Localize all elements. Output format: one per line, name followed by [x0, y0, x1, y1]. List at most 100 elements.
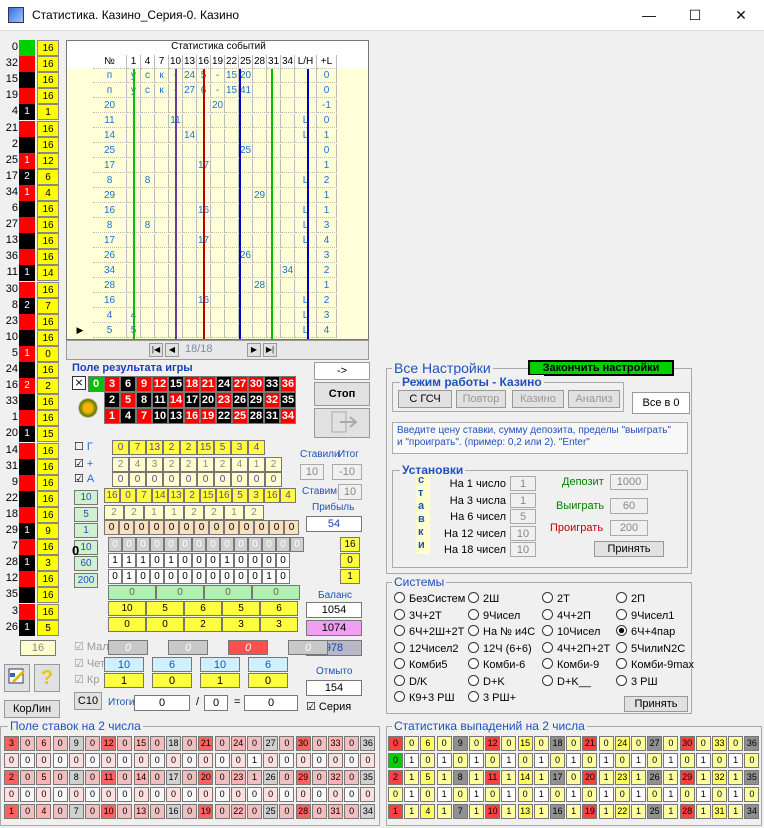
drop-cell[interactable]: 0: [388, 753, 403, 768]
result-cell[interactable]: 35: [280, 392, 296, 408]
drop-cell[interactable]: 1: [598, 804, 614, 819]
bet-cell[interactable]: 33: [328, 736, 343, 751]
drop-cell[interactable]: 9: [452, 736, 468, 751]
drop-cell[interactable]: 1: [728, 753, 744, 768]
system-radio[interactable]: D+K: [468, 675, 505, 688]
bet-cell[interactable]: 0: [52, 804, 68, 819]
drop-cell[interactable]: 0: [550, 753, 565, 768]
result-cell[interactable]: 29: [248, 392, 264, 408]
bet-cell[interactable]: 0: [198, 753, 214, 768]
bet-cell[interactable]: 0: [344, 804, 360, 819]
bet-cell[interactable]: 0: [247, 787, 262, 802]
drop-cell[interactable]: 0: [712, 753, 727, 768]
bet-cell[interactable]: 1: [4, 804, 19, 819]
system-radio[interactable]: 12Чисел2: [394, 642, 459, 655]
bet-cell[interactable]: 0: [311, 804, 327, 819]
drop-cell[interactable]: 31: [712, 804, 727, 819]
bet-cell[interactable]: 0: [36, 753, 52, 768]
result-cell[interactable]: 32: [264, 392, 280, 408]
bet-cell[interactable]: 0: [101, 753, 117, 768]
bet-cell[interactable]: 0: [182, 804, 198, 819]
inst-row-input[interactable]: 10: [510, 525, 536, 541]
check-g[interactable]: ☐ Г: [74, 440, 93, 453]
all-zero-button[interactable]: Все в 0: [632, 392, 690, 414]
drop-cell[interactable]: 1: [436, 753, 452, 768]
bet-cell[interactable]: 34: [360, 804, 376, 819]
bet-cell[interactable]: 0: [263, 753, 279, 768]
drop-cell[interactable]: 0: [566, 736, 582, 751]
nav-first-button[interactable]: |◀: [149, 343, 163, 357]
bet-cell[interactable]: 0: [328, 787, 343, 802]
drop-cell[interactable]: 22: [614, 804, 630, 819]
drop-cell[interactable]: 1: [598, 787, 614, 802]
drop-cell[interactable]: 1: [404, 804, 420, 819]
drop-cell[interactable]: 34: [744, 804, 760, 819]
drop-cell[interactable]: 0: [452, 787, 468, 802]
bet-cell[interactable]: 0: [344, 787, 360, 802]
maximize-button[interactable]: ☐: [672, 0, 718, 31]
bet-cell[interactable]: 0: [344, 753, 360, 768]
system-radio[interactable]: 9Чисел1: [616, 609, 674, 622]
drop-cell[interactable]: 32: [712, 770, 727, 785]
drop-cell[interactable]: 35: [744, 770, 760, 785]
result-cell[interactable]: 16: [184, 408, 200, 424]
edit-icon[interactable]: [4, 664, 30, 692]
inst-accept-button[interactable]: Принять: [594, 541, 664, 557]
result-cell[interactable]: 28: [248, 408, 264, 424]
bet-cell[interactable]: 0: [52, 753, 68, 768]
system-radio[interactable]: 9Чисел: [468, 609, 520, 622]
bet-cell[interactable]: 0: [68, 787, 84, 802]
drop-cell[interactable]: 36: [744, 736, 760, 751]
bet-cell[interactable]: 0: [279, 753, 295, 768]
drop-cell[interactable]: 0: [598, 736, 614, 751]
system-radio[interactable]: К9+3 РШ: [394, 691, 455, 704]
drop-cell[interactable]: 7: [452, 804, 468, 819]
bet-cell[interactable]: 0: [198, 787, 214, 802]
bet-cell[interactable]: 0: [214, 804, 230, 819]
drop-cell[interactable]: 1: [728, 804, 744, 819]
bet-cell[interactable]: 0: [279, 736, 295, 751]
drop-cell[interactable]: 0: [663, 736, 679, 751]
result-cell[interactable]: 1: [104, 408, 120, 424]
drop-cell[interactable]: 1: [501, 770, 517, 785]
drop-cell[interactable]: 1: [404, 753, 420, 768]
drop-cell[interactable]: 17: [550, 770, 565, 785]
drop-cell[interactable]: 0: [647, 753, 663, 768]
drop-cell[interactable]: 0: [728, 736, 744, 751]
drop-cell[interactable]: 33: [712, 736, 727, 751]
drop-cell[interactable]: 14: [517, 770, 533, 785]
bet-cell[interactable]: 35: [360, 770, 376, 785]
bet-cell[interactable]: 28: [295, 804, 311, 819]
drop-cell[interactable]: 15: [517, 736, 533, 751]
bet-cell[interactable]: 0: [182, 736, 198, 751]
nav-next-button[interactable]: ▶: [247, 343, 261, 357]
bet-cell[interactable]: 0: [149, 736, 165, 751]
bet-cell[interactable]: 31: [328, 804, 343, 819]
system-radio[interactable]: 3Ч+2Т: [394, 609, 442, 622]
drop-cell[interactable]: 0: [695, 736, 711, 751]
bet-cell[interactable]: 0: [230, 753, 246, 768]
bet-cell[interactable]: 0: [344, 736, 360, 751]
deposit-input[interactable]: 1000: [610, 474, 648, 490]
bet-cell[interactable]: 0: [85, 753, 100, 768]
drop-cell[interactable]: 1: [663, 804, 679, 819]
drop-cell[interactable]: 0: [614, 753, 630, 768]
help-icon[interactable]: ?: [34, 664, 60, 692]
drop-cell[interactable]: 1: [631, 753, 646, 768]
drop-cell[interactable]: 0: [550, 787, 565, 802]
drop-cell[interactable]: 12: [485, 736, 501, 751]
bet-cell[interactable]: 0: [214, 736, 230, 751]
system-radio[interactable]: 3 РШ+: [468, 691, 516, 704]
bet-cell[interactable]: 0: [360, 753, 376, 768]
drop-cell[interactable]: 1: [598, 770, 614, 785]
drop-cell[interactable]: 13: [517, 804, 533, 819]
drop-cell[interactable]: 1: [469, 770, 484, 785]
bet-cell[interactable]: 0: [311, 770, 327, 785]
bet-cell[interactable]: 3: [4, 736, 19, 751]
bet-cell[interactable]: 1: [247, 753, 262, 768]
bet-cell[interactable]: 27: [263, 736, 279, 751]
bet-cell[interactable]: 29: [295, 770, 311, 785]
system-radio[interactable]: 3 РШ: [616, 675, 658, 688]
drop-cell[interactable]: 1: [598, 753, 614, 768]
check-plus[interactable]: ☑ +: [74, 457, 93, 470]
